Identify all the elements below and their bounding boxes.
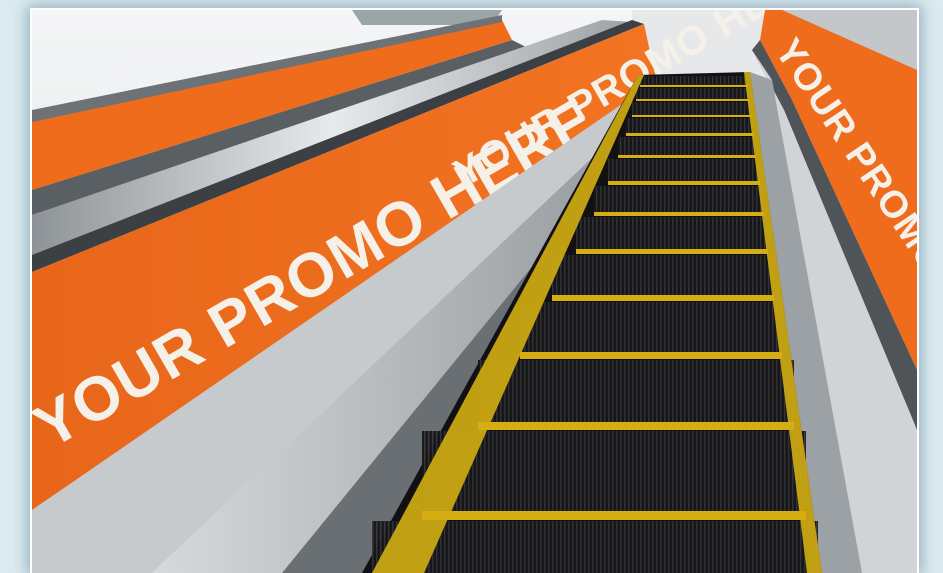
photo-frame: YOUR PROMO HERE YOUR PROMO HERE YOUR PRO… <box>30 8 919 573</box>
escalator-photo: YOUR PROMO HERE YOUR PROMO HERE YOUR PRO… <box>32 10 917 573</box>
